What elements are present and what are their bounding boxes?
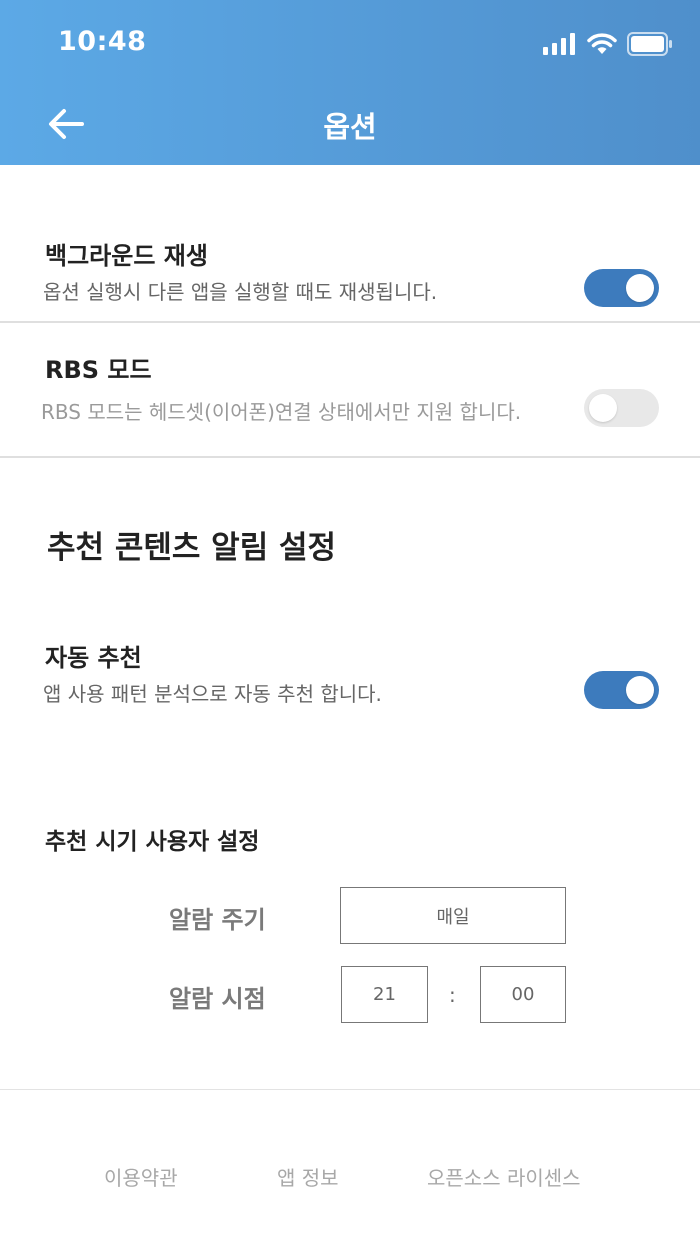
toggle-knob [626,676,654,704]
alarm-hour-select[interactable]: 21 [341,966,428,1023]
time-separator: : [449,983,456,1007]
rbs-mode-description: RBS 모드는 헤드셋(이어폰)연결 상태에서만 지원 합니다. [41,400,522,424]
page-title: 옵션 [323,110,377,144]
auto-recommend-title: 자동 추천 [45,644,142,672]
rbs-mode-title: RBS 모드 [45,356,152,384]
divider [0,321,700,323]
app-info-link[interactable]: 앱 정보 [277,1162,339,1191]
alarm-cycle-label: 알람 주기 [169,906,266,934]
alarm-hour-value: 21 [373,984,396,1005]
alarm-time-label: 알람 시점 [169,985,266,1013]
auto-recommend-toggle[interactable] [584,671,659,709]
rbs-mode-toggle[interactable] [584,389,659,427]
terms-link[interactable]: 이용약관 [104,1162,178,1191]
app-header: 10:48 옵션 [0,0,700,165]
alarm-minute-select[interactable]: 00 [480,966,566,1023]
background-play-description: 옵션 실행시 다른 앱을 실행할 때도 재생됩니다. [43,280,438,304]
footer-divider [0,1089,700,1090]
status-icons [543,30,673,58]
open-source-license-link[interactable]: 오픈소스 라이센스 [427,1162,581,1191]
status-time: 10:48 [58,26,147,57]
auto-recommend-description: 앱 사용 패턴 분석으로 자동 추천 합니다. [43,682,382,706]
custom-timing-title: 추천 시기 사용자 설정 [45,829,260,855]
background-play-title: 백그라운드 재생 [45,242,208,270]
recommend-section-title: 추천 콘텐츠 알림 설정 [47,530,337,566]
toggle-knob [589,394,617,422]
wifi-icon [587,33,617,54]
alarm-minute-value: 00 [511,984,535,1005]
toggle-knob [626,274,654,302]
divider [0,456,700,458]
background-play-toggle[interactable] [584,269,659,307]
alarm-cycle-value: 매일 [436,906,470,928]
battery-icon [627,32,672,56]
signal-icon [543,33,575,55]
alarm-cycle-select[interactable]: 매일 [340,887,566,944]
